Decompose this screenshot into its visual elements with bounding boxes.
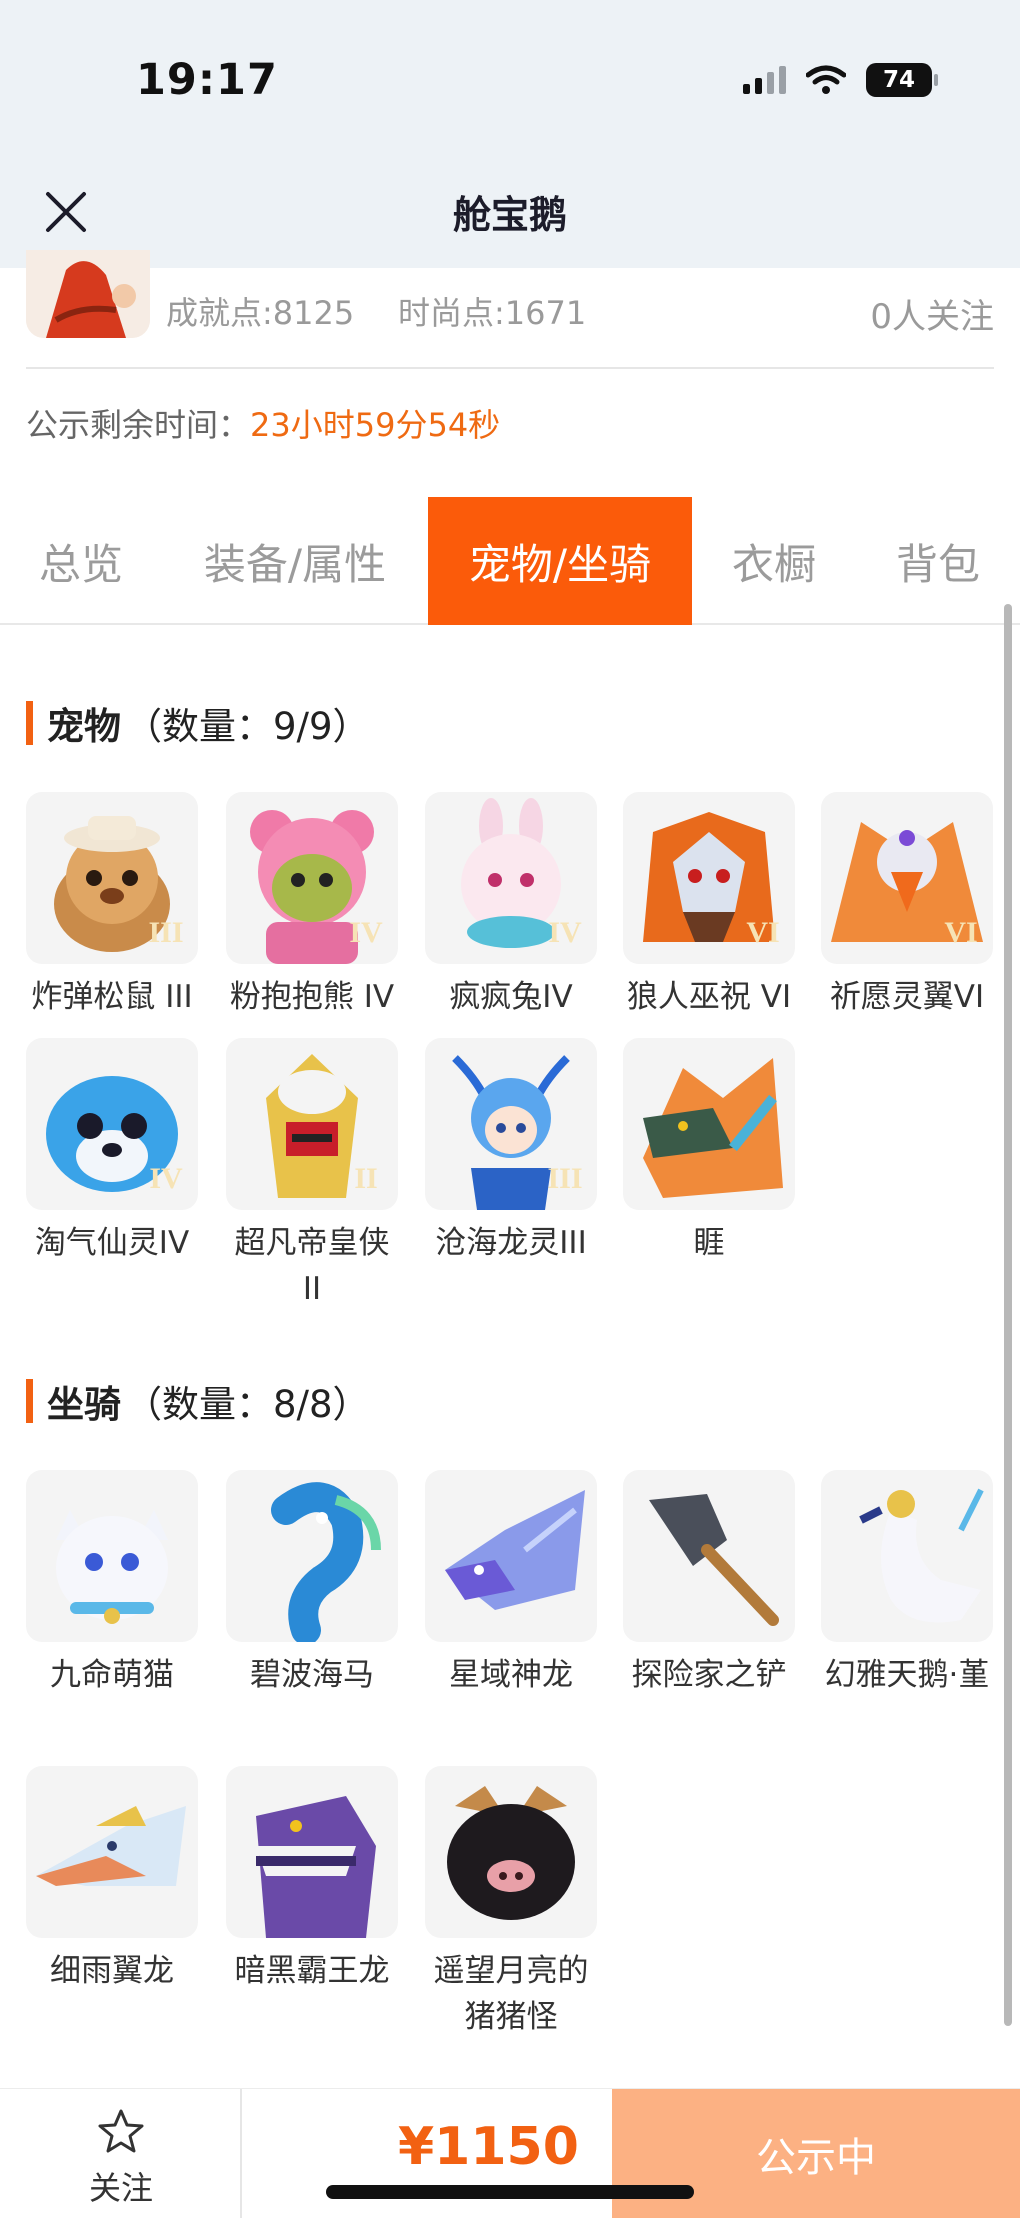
mount-item[interactable]: 碧波海马 xyxy=(226,1470,398,1698)
price: ¥1150 xyxy=(398,2117,579,2177)
pet-item[interactable]: III 炸弹松鼠 III xyxy=(26,792,198,1020)
squirrel-pet-icon: III xyxy=(26,792,198,964)
follow-label: 关注 xyxy=(88,2169,153,2207)
home-indicator xyxy=(326,2185,694,2199)
mount-item[interactable]: 遥望月亮的猪猪怪 xyxy=(425,1766,597,2040)
rabbit-pet-icon: IV xyxy=(425,792,597,964)
mount-name: 星域神龙 xyxy=(449,1657,573,1693)
pets-section-title: 宠物 （数量：9/9） xyxy=(26,696,370,750)
mount-name: 九命萌猫 xyxy=(50,1657,174,1693)
svg-text:VI: VI xyxy=(944,916,977,949)
mount-item[interactable]: 星域神龙 xyxy=(425,1470,597,1698)
pet-item[interactable]: VI 狼人巫祝 VI xyxy=(623,792,795,1020)
tab-pets-mounts[interactable]: 宠物/坐骑 xyxy=(428,497,692,625)
pet-name: 粉抱抱熊 IV xyxy=(229,979,395,1015)
svg-text:IV: IV xyxy=(149,1162,183,1195)
page-title: 舱宝鹅 xyxy=(452,193,567,237)
seahorse-mount-icon xyxy=(226,1470,398,1642)
svg-text:III: III xyxy=(148,916,183,949)
tab-overview[interactable]: 总览 xyxy=(20,497,142,625)
pet-name: 淘气仙灵IV xyxy=(34,1225,190,1261)
pet-item[interactable]: IV 疯疯兔IV xyxy=(425,792,597,1020)
werewolf-pet-icon: VI xyxy=(623,792,795,964)
white-cat-mount-icon xyxy=(26,1470,198,1642)
tab-backpack[interactable]: 背包 xyxy=(880,497,996,625)
pet-item[interactable]: VI 祈愿灵翼VI xyxy=(821,792,993,1020)
pet-name: 炸弹松鼠 III xyxy=(31,979,193,1015)
mount-name: 细雨翼龙 xyxy=(50,1953,174,1989)
svg-text:VI: VI xyxy=(746,916,779,949)
mount-name: 暗黑霸王龙 xyxy=(234,1953,390,1989)
spirit-bird-pet-icon: VI xyxy=(821,792,993,964)
mount-item[interactable]: 细雨翼龙 xyxy=(26,1766,198,1994)
section-marker xyxy=(26,1379,33,1423)
tab-bar: 总览 装备/属性 宠物/坐骑 衣橱 背包 xyxy=(0,497,1020,625)
pig-mount-icon xyxy=(425,1766,597,1938)
tab-equipment[interactable]: 装备/属性 xyxy=(190,497,400,625)
dragon-girl-pet-icon: III xyxy=(425,1038,597,1210)
header-area: 19:17 74 舱宝鹅 xyxy=(0,0,1020,268)
star-icon xyxy=(98,2109,144,2153)
t-rex-mount-icon xyxy=(226,1766,398,1938)
svg-text:III: III xyxy=(547,1162,582,1195)
star-dragon-mount-icon xyxy=(425,1470,597,1642)
mounts-section-title: 坐骑 （数量：8/8） xyxy=(26,1374,370,1428)
pet-item[interactable]: IV 粉抱抱熊 IV xyxy=(226,792,398,1020)
pet-name: 狼人巫祝 VI xyxy=(626,979,792,1015)
achievement-points: 成就点:8125 xyxy=(166,294,355,332)
pet-item[interactable]: IV 淘气仙灵IV xyxy=(26,1038,198,1266)
blue-dog-pet-icon: IV xyxy=(26,1038,198,1210)
swan-mount-icon xyxy=(821,1470,993,1642)
cellular-signal-icon xyxy=(743,66,786,94)
mount-name: 遥望月亮的猪猪怪 xyxy=(433,1953,589,2035)
pets-heading: 宠物 xyxy=(47,705,121,748)
pet-name: 沧海龙灵III xyxy=(435,1225,587,1261)
countdown-value: 23小时59分54秒 xyxy=(250,406,501,444)
tab-wardrobe[interactable]: 衣橱 xyxy=(716,497,832,625)
mount-item[interactable]: 暗黑霸王龙 xyxy=(226,1766,398,1994)
mount-name: 碧波海马 xyxy=(250,1657,374,1693)
pet-name: 睚 xyxy=(693,1225,725,1261)
svg-text:IV: IV xyxy=(349,916,383,949)
countdown: 公示剩余时间：23小时59分54秒 xyxy=(26,400,500,446)
pet-item[interactable]: II 超凡帝皇侠 II xyxy=(226,1038,398,1312)
pets-count: （数量：9/9） xyxy=(125,705,370,748)
pet-name: 疯疯兔IV xyxy=(449,979,573,1015)
avatar xyxy=(26,250,150,338)
golden-knight-pet-icon: II xyxy=(226,1038,398,1210)
battery-icon: 74 xyxy=(866,63,938,97)
scrollbar[interactable] xyxy=(1004,604,1012,2026)
divider xyxy=(26,367,994,369)
pet-item[interactable]: III 沧海龙灵III xyxy=(425,1038,597,1266)
follower-count: 0人关注 xyxy=(870,297,994,337)
mount-name: 探险家之铲 xyxy=(631,1657,787,1693)
section-marker xyxy=(26,701,33,745)
svg-text:IV: IV xyxy=(548,916,582,949)
mounts-heading: 坐骑 xyxy=(47,1383,121,1426)
fashion-points: 时尚点:1671 xyxy=(398,294,587,332)
pet-item[interactable]: 睚 xyxy=(623,1038,795,1266)
mount-item[interactable]: 探险家之铲 xyxy=(623,1470,795,1698)
countdown-label: 公示剩余时间： xyxy=(26,406,251,444)
fire-dragon-pet-icon xyxy=(623,1038,795,1210)
status-icons: 74 xyxy=(743,58,938,102)
mount-item[interactable]: 九命萌猫 xyxy=(26,1470,198,1698)
shovel-mount-icon xyxy=(623,1470,795,1642)
pink-bear-pet-icon: IV xyxy=(226,792,398,964)
status-time: 19:17 xyxy=(136,55,278,105)
mount-name: 幻雅天鹅·堇 xyxy=(824,1657,990,1693)
follow-button[interactable]: 关注 xyxy=(0,2089,242,2218)
wifi-icon xyxy=(806,65,846,94)
mount-item[interactable]: 幻雅天鹅·堇 xyxy=(821,1470,993,1698)
pet-name: 祈愿灵翼VI xyxy=(829,979,985,1015)
pet-name: 超凡帝皇侠 II xyxy=(234,1225,390,1307)
svg-text:II: II xyxy=(354,1162,377,1195)
mounts-count: （数量：8/8） xyxy=(125,1383,370,1426)
pterosaur-mount-icon xyxy=(26,1766,198,1938)
